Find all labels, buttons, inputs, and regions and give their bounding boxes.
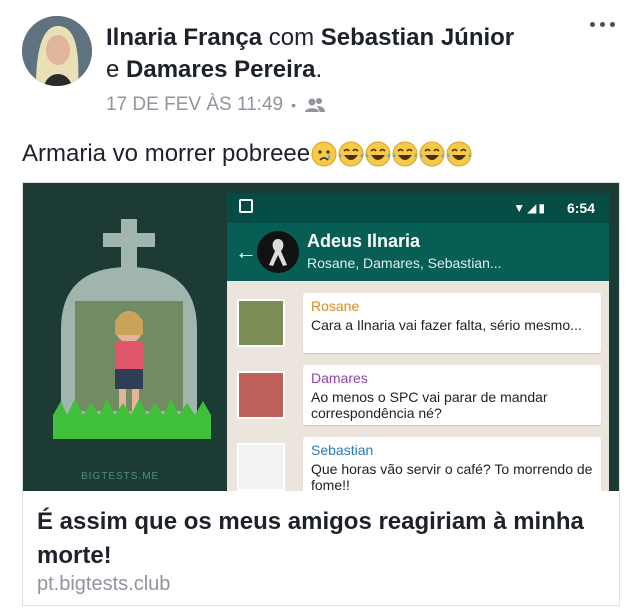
link-preview-card[interactable]: BIGTESTS.ME ▼◢▮ 6:54 ← Adeus Ilnaria Ros…	[22, 182, 620, 606]
period: .	[315, 56, 323, 83]
more-dot-icon	[590, 22, 595, 27]
with-word: com	[268, 24, 315, 51]
chat-screenshot: ▼◢▮ 6:54 ← Adeus Ilnaria Rosane, Damares…	[227, 193, 609, 491]
post-meta: 17 DE FEV ÀS 11:49 •	[106, 94, 326, 116]
group-name: Adeus Ilnaria	[307, 231, 421, 251]
tombstone-illustration	[53, 219, 211, 439]
message-sender: Damares	[311, 370, 368, 386]
message-avatar	[237, 299, 285, 347]
message-text: Ao menos o SPC vai parar de mandar corre…	[311, 389, 548, 421]
post-text: Armaria vo morrer pobreee	[22, 140, 472, 168]
status-time: 6:54	[566, 200, 595, 216]
post-text-content: Armaria vo morrer pobreee	[22, 140, 311, 167]
friends-icon[interactable]	[304, 97, 326, 113]
phone-status-bar: ▼◢▮ 6:54	[227, 193, 609, 223]
message-sender: Sebastian	[311, 442, 374, 458]
back-arrow-icon: ←	[235, 239, 257, 264]
laughing-tears-face-icon	[392, 141, 418, 167]
chat-app-bar: ← Adeus Ilnaria Rosane, Damares, Sebasti…	[227, 223, 609, 281]
meta-separator: •	[291, 97, 296, 113]
chat-message: Rosane Cara a Ilnaria vai fazer falta, s…	[233, 291, 603, 353]
image-watermark: BIGTESTS.ME	[81, 471, 160, 482]
notification-icon	[239, 199, 253, 213]
message-text: Cara a Ilnaria vai fazer falta, sério me…	[311, 317, 582, 333]
group-avatar	[257, 231, 299, 273]
author-avatar[interactable]	[22, 16, 92, 86]
chat-message: Sebastian Que horas vão servir o café? T…	[233, 435, 603, 491]
laughing-tears-face-icon	[338, 141, 364, 167]
and-word: e	[106, 56, 120, 83]
message-bubble: Sebastian Que horas vão servir o café? T…	[303, 437, 601, 491]
message-bubble: Rosane Cara a Ilnaria vai fazer falta, s…	[303, 293, 601, 353]
laughing-tears-face-icon	[446, 141, 472, 167]
message-bubble: Damares Ao menos o SPC vai parar de mand…	[303, 365, 601, 425]
signal-battery-icon: ▼◢▮	[513, 201, 547, 215]
more-dot-icon	[610, 22, 615, 27]
laughing-tears-face-icon	[365, 141, 391, 167]
post-timestamp-link[interactable]: 17 DE FEV ÀS 11:49	[106, 94, 283, 116]
message-text: Que horas vão servir o café? To morrendo…	[311, 461, 593, 491]
laughing-tears-face-icon	[419, 141, 445, 167]
tagged-friend-2-link[interactable]: Damares Pereira	[126, 56, 315, 83]
avatar-photo	[22, 16, 92, 86]
link-title[interactable]: É assim que os meus amigos reagiriam à m…	[37, 505, 597, 573]
more-options-button[interactable]	[588, 14, 618, 34]
message-avatar	[237, 443, 285, 491]
mourning-ribbon-icon	[269, 239, 287, 266]
link-preview-image[interactable]: BIGTESTS.ME ▼◢▮ 6:54 ← Adeus Ilnaria Ros…	[23, 183, 619, 491]
message-avatar	[237, 371, 285, 419]
post-header: Ilnaria França com Sebastian Júnior e Da…	[0, 0, 640, 130]
chat-message: Damares Ao menos o SPC vai parar de mand…	[233, 363, 603, 425]
tagged-friend-1-link[interactable]: Sebastian Júnior	[321, 24, 514, 51]
link-domain: pt.bigtests.club	[37, 573, 171, 595]
author-line: Ilnaria França com Sebastian Júnior e Da…	[106, 22, 576, 86]
author-name-link[interactable]: Ilnaria França	[106, 24, 262, 51]
more-dot-icon	[600, 22, 605, 27]
message-sender: Rosane	[311, 298, 360, 314]
crying-face-icon	[311, 141, 337, 167]
group-members: Rosane, Damares, Sebastian...	[307, 255, 502, 271]
